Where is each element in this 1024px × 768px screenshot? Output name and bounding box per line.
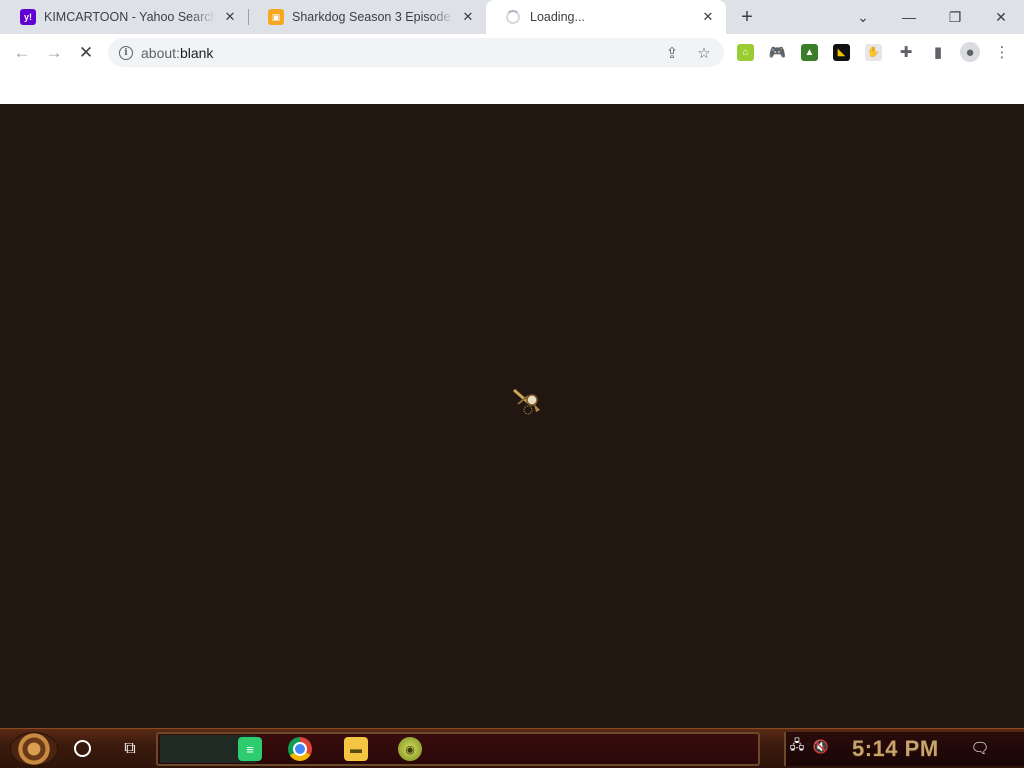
tab-search-icon[interactable]: ⌄ <box>840 0 886 34</box>
close-tab-icon[interactable]: ✕ <box>460 9 476 25</box>
profile-icon[interactable]: ● <box>960 42 980 62</box>
steampunk-start-icon[interactable] <box>10 732 58 766</box>
task-view-icon[interactable]: ⧉ <box>120 739 140 759</box>
tab-sharkdog[interactable]: ▣ Sharkdog Season 3 Episode 7 ✕ <box>248 0 486 34</box>
kimcartoon-icon: ▣ <box>268 9 284 25</box>
steampunk-app-icon[interactable]: ◉ <box>398 737 422 761</box>
arrow-right-icon[interactable]: → <box>40 39 68 67</box>
taskbar-clock[interactable]: 5:14 PM <box>852 736 939 762</box>
green-square-extension-icon[interactable]: ▲ <box>801 44 818 61</box>
tab-loading[interactable]: Loading... ✕ <box>486 0 726 34</box>
file-explorer-icon[interactable]: ▬ <box>344 737 368 761</box>
loading-spinner <box>506 10 520 24</box>
restore-icon[interactable]: ❐ <box>932 0 978 34</box>
chrome-icon[interactable] <box>288 737 312 761</box>
taskbar: ⧉ ≡ ▬ ◉ 🖧 🔇 5:14 PM 🗨 <box>0 728 1024 768</box>
minimize-icon[interactable]: — <box>886 0 932 34</box>
steampunk-cursor-icon <box>513 388 540 415</box>
page-content <box>0 104 1024 728</box>
yellow-extension-icon[interactable]: ◣ <box>833 44 850 61</box>
close-tab-icon[interactable]: ✕ <box>700 9 716 25</box>
url-text[interactable]: about:blank <box>141 45 213 61</box>
plus-icon[interactable]: + <box>736 6 758 28</box>
shield-extension-icon[interactable]: ✋ <box>865 44 882 61</box>
stop-loading-icon[interactable]: ✕ <box>72 39 100 67</box>
tab-title: Sharkdog Season 3 Episode 7 <box>292 10 454 24</box>
yahoo-icon: y! <box>20 9 36 25</box>
page-top-area <box>0 71 1024 104</box>
tab-yahoo-search[interactable]: y! KIMCARTOON - Yahoo Search ✕ <box>0 0 248 34</box>
browser-toolbar: ← → ✕ i about:blank ⇪ ☆ ⌂ 🎮 ▲ ◣ ✋ ✚ ▮ ● … <box>0 34 1024 71</box>
puzzle-icon[interactable]: ✚ <box>896 42 916 62</box>
tab-title: KIMCARTOON - Yahoo Search <box>44 10 216 24</box>
gamepad-icon[interactable]: 🎮 <box>769 44 786 61</box>
side-panel-icon[interactable]: ▮ <box>928 42 948 62</box>
star-icon[interactable]: ☆ <box>696 45 712 62</box>
tab-strip: y! KIMCARTOON - Yahoo Search ✕ ▣ Sharkdo… <box>0 0 1024 34</box>
close-tab-icon[interactable]: ✕ <box>222 9 238 25</box>
notification-icon[interactable]: 🗨 <box>970 738 990 758</box>
network-icon[interactable]: 🖧 <box>788 737 806 756</box>
muted-speaker-icon[interactable]: 🔇 <box>812 738 830 756</box>
notes-app-icon[interactable]: ≡ <box>238 737 262 761</box>
tab-title: Loading... <box>530 10 585 24</box>
arrow-left-icon[interactable]: ← <box>8 39 36 67</box>
address-bar[interactable]: i about:blank ⇪ ☆ <box>108 38 724 67</box>
info-icon[interactable]: i <box>119 45 133 60</box>
cortana-circle-icon[interactable] <box>74 740 91 757</box>
green-extension-icon[interactable]: ⌂ <box>737 44 754 61</box>
kebab-menu-icon[interactable]: ⋮ <box>992 42 1012 62</box>
close-icon[interactable]: ✕ <box>978 0 1024 34</box>
share-icon[interactable]: ⇪ <box>664 45 680 62</box>
